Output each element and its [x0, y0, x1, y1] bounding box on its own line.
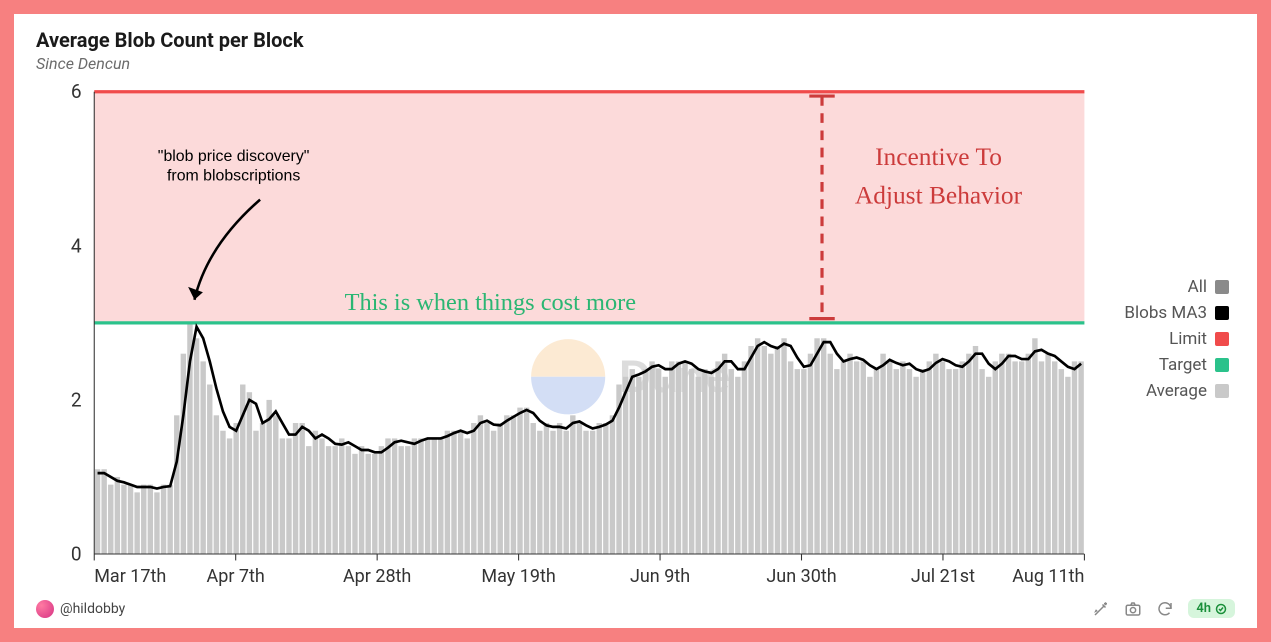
refresh-icon[interactable] — [1156, 600, 1174, 618]
svg-text:2: 2 — [71, 388, 82, 411]
svg-text:Jun 9th: Jun 9th — [630, 566, 690, 587]
author-avatar — [36, 600, 54, 618]
svg-text:Incentive To: Incentive To — [875, 142, 1002, 171]
chart-card: Average Blob Count per Block Since Dencu… — [18, 18, 1253, 624]
svg-text:Apr 7th: Apr 7th — [207, 566, 265, 587]
legend-item-all[interactable]: All — [1188, 277, 1229, 297]
card-footer: @hildobby 4h — [36, 597, 1235, 618]
svg-text:Adjust Behavior: Adjust Behavior — [855, 180, 1023, 209]
outer-frame: Average Blob Count per Block Since Dencu… — [12, 12, 1259, 630]
author-link[interactable]: @hildobby — [36, 600, 125, 618]
svg-text:Jul 21st: Jul 21st — [911, 566, 975, 587]
legend-swatch-average — [1215, 384, 1229, 398]
check-icon — [1215, 603, 1227, 615]
legend-swatch-target — [1215, 358, 1229, 372]
wand-icon[interactable] — [1092, 600, 1110, 618]
svg-text:Jun 30th: Jun 30th — [766, 566, 836, 587]
legend-label-target: Target — [1159, 355, 1207, 375]
legend-label-blobs-ma3: Blobs MA3 — [1124, 303, 1207, 323]
author-handle: @hildobby — [60, 601, 125, 617]
svg-text:6: 6 — [71, 81, 82, 103]
svg-text:This is when things cost more: This is when things cost more — [345, 289, 637, 316]
legend-swatch-blobs-ma3 — [1215, 306, 1229, 320]
svg-text:Mar 17th: Mar 17th — [94, 566, 166, 587]
legend-item-average[interactable]: Average — [1146, 381, 1229, 401]
chart-plot-area: Dune0246Mar 17thApr 7thApr 28thMay 19thJ… — [36, 81, 1095, 597]
legend: All Blobs MA3 Limit Target Average — [1095, 81, 1235, 597]
refresh-badge[interactable]: 4h — [1188, 599, 1235, 618]
legend-item-target[interactable]: Target — [1159, 355, 1229, 375]
legend-swatch-all — [1215, 280, 1229, 294]
legend-label-all: All — [1188, 277, 1207, 297]
legend-item-blobs-ma3[interactable]: Blobs MA3 — [1124, 303, 1229, 323]
svg-text:"blob price discovery": "blob price discovery" — [158, 148, 310, 165]
svg-text:from blobscriptions: from blobscriptions — [167, 167, 300, 184]
camera-icon[interactable] — [1124, 600, 1142, 618]
svg-text:Aug 11th: Aug 11th — [1012, 566, 1084, 587]
legend-swatch-limit — [1215, 332, 1229, 346]
legend-item-limit[interactable]: Limit — [1169, 329, 1229, 349]
svg-text:4: 4 — [71, 234, 82, 257]
svg-text:0: 0 — [71, 542, 82, 565]
refresh-badge-label: 4h — [1196, 601, 1211, 616]
legend-label-average: Average — [1146, 381, 1207, 401]
chart-subtitle: Since Dencun — [36, 54, 1235, 73]
legend-label-limit: Limit — [1169, 329, 1207, 349]
svg-text:Apr 28th: Apr 28th — [343, 566, 411, 587]
chart-title: Average Blob Count per Block — [36, 28, 1235, 52]
svg-text:May 19th: May 19th — [481, 566, 555, 587]
